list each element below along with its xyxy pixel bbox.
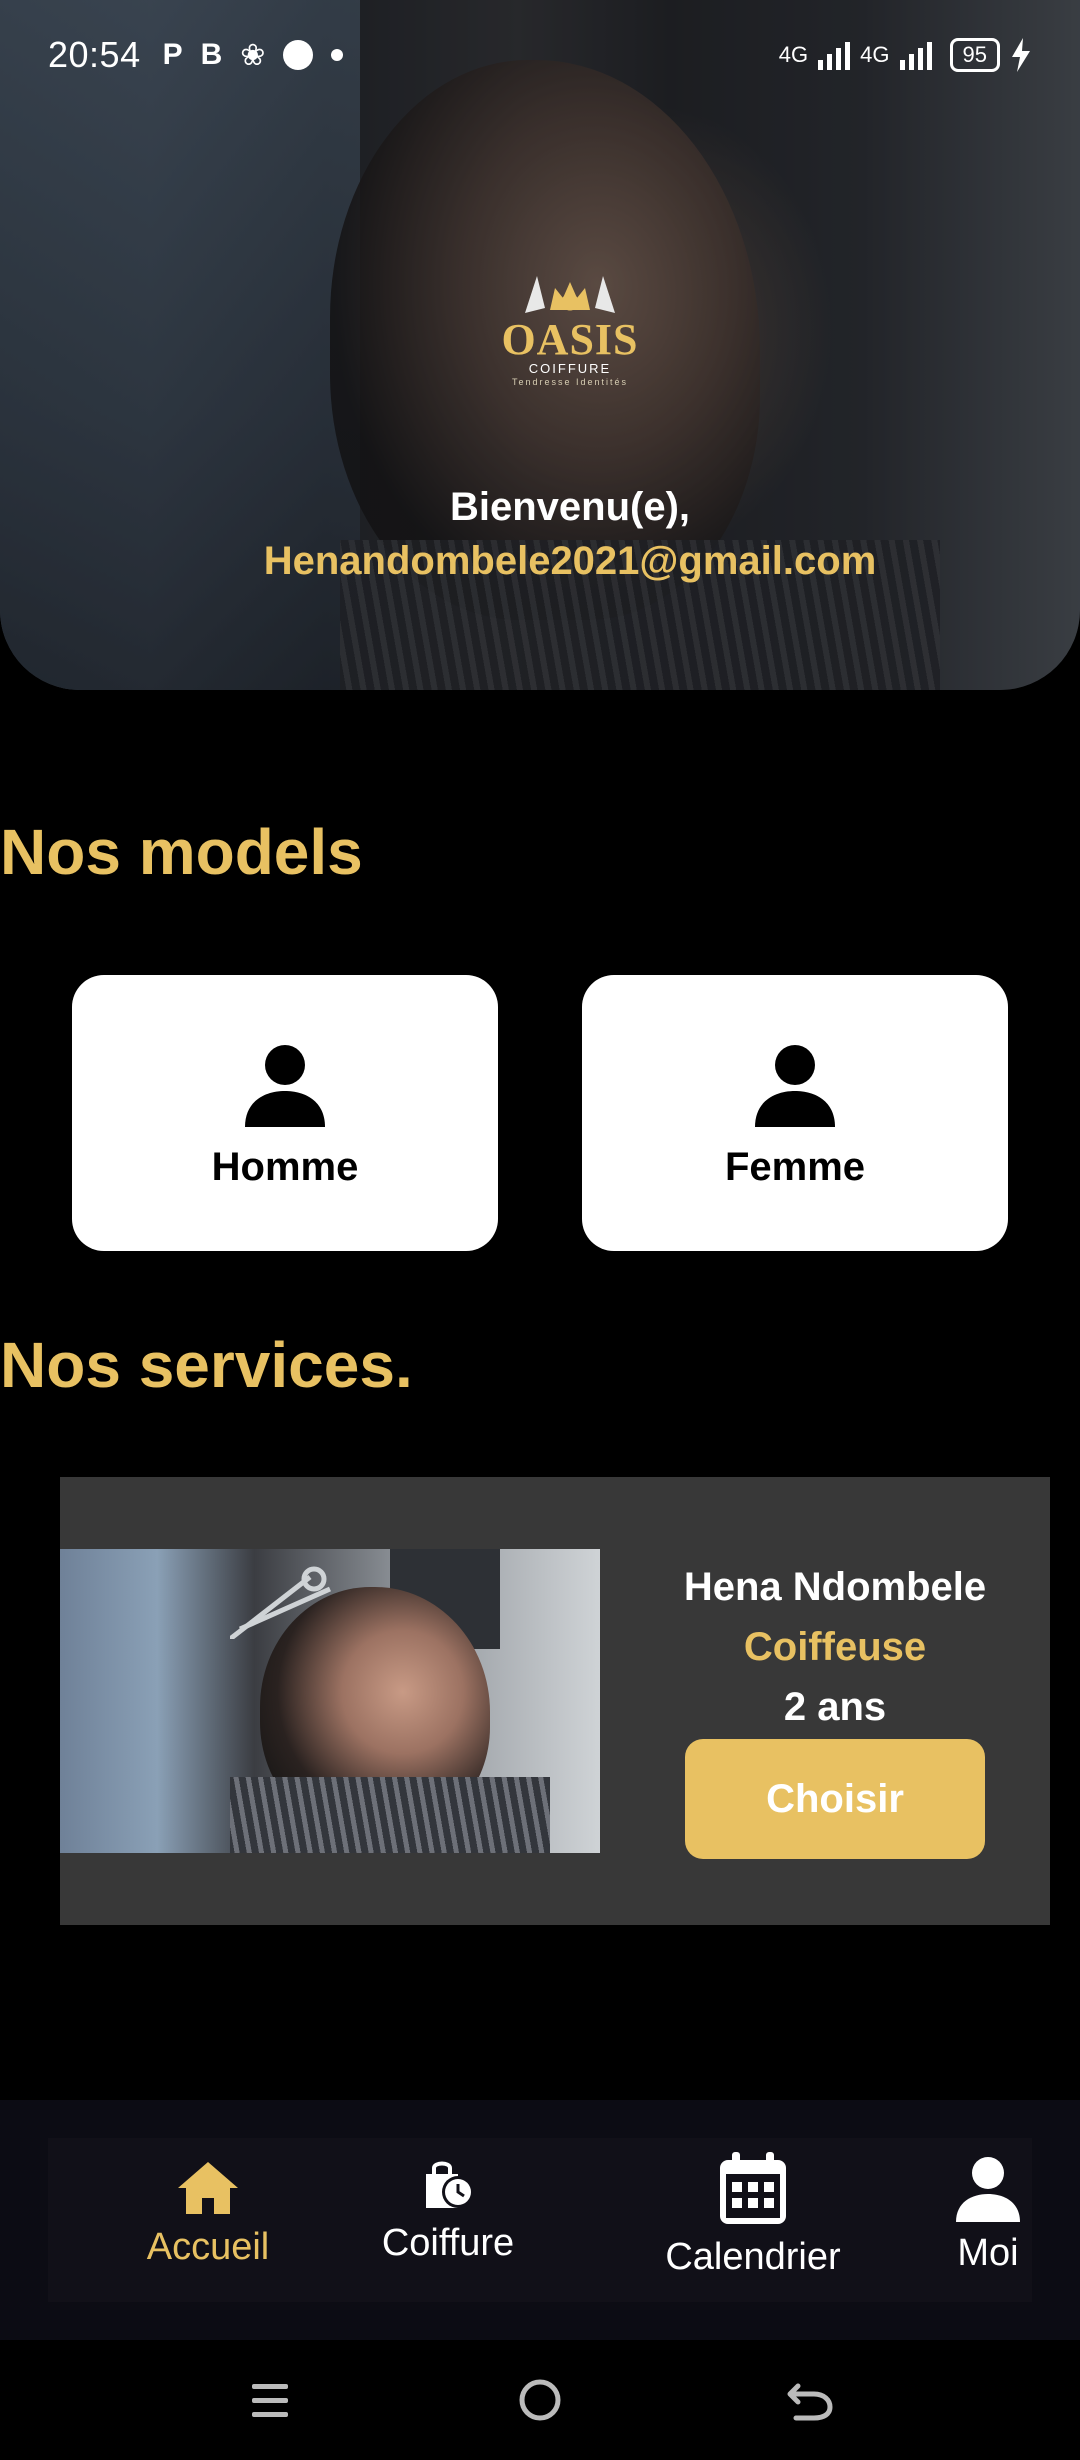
calendar-icon: [720, 2152, 786, 2224]
status-right: 4G 4G 95: [779, 38, 1032, 72]
scissors-icon: [230, 1566, 332, 1639]
signal-icon: [899, 40, 932, 70]
person-icon: [245, 1044, 325, 1127]
stylist-role: Coiffeuse: [743, 1625, 927, 1669]
stylist-info: Hena Ndombele Coiffeuse 2 ans Choisir: [640, 1557, 1030, 1859]
model-label: Femme: [724, 1144, 866, 1189]
services-title: Nos services.: [0, 1329, 413, 1401]
oasis-logo: OASIS COIFFURE Tendresse Identités: [490, 268, 650, 388]
bottom-nav: Accueil Coiffure Calendrier Moi: [48, 2138, 1032, 2302]
system-nav-bar: [0, 2340, 1080, 2460]
battery-icon: 95: [949, 38, 1000, 72]
back-icon[interactable]: [780, 2370, 840, 2430]
swirl-app-icon: ❀: [240, 38, 266, 72]
logo-tagline: Tendresse Identités: [511, 377, 629, 387]
nav-item-moi[interactable]: Moi: [888, 2156, 1080, 2275]
service-card: Hena Ndombele Coiffeuse 2 ans Choisir: [60, 1477, 1050, 1925]
nav-item-calendrier[interactable]: Calendrier: [608, 2152, 898, 2279]
battery-level: 95: [962, 42, 987, 67]
status-bar: 20:54 P B ❀ 4G 4G 95: [0, 0, 1080, 110]
choose-button[interactable]: Choisir: [685, 1739, 985, 1859]
photo-client-cape: [230, 1777, 550, 1853]
network-type-1: 4G: [778, 42, 809, 67]
nav-item-coiffure[interactable]: Coiffure: [318, 2158, 578, 2265]
model-card-femme[interactable]: Femme: [582, 975, 1008, 1251]
model-card-homme[interactable]: Homme: [72, 975, 498, 1251]
more-notifications-icon: [331, 49, 344, 61]
nav-label-calendrier: Calendrier: [665, 2236, 841, 2278]
menu-icon[interactable]: [240, 2370, 300, 2430]
models-title: Nos models: [0, 816, 363, 888]
home-icon: [178, 2162, 238, 2214]
nav-label-coiffure: Coiffure: [381, 2222, 515, 2264]
crown-scissors-icon: [525, 276, 615, 313]
stylist-photo: [60, 1549, 600, 1853]
network-type-2: 4G: [860, 42, 890, 67]
signal-icon: [818, 40, 851, 70]
nav-label-moi: Moi: [957, 2232, 1019, 2274]
circle-app-icon: [283, 40, 314, 70]
home-circle-icon[interactable]: [510, 2370, 570, 2430]
person-icon: [956, 2157, 1020, 2222]
welcome-label: Bienvenu(e),: [449, 485, 691, 529]
logo-subtitle: COIFFURE: [528, 361, 612, 376]
person-icon: [755, 1044, 835, 1127]
hero-banner: 20:54 P B ❀ 4G 4G 95 OASIS COIFFURE Tend…: [0, 0, 1080, 690]
welcome-message: Bienvenu(e), Henandombele2021@gmail.com: [0, 480, 1080, 588]
nav-item-accueil[interactable]: Accueil: [96, 2160, 320, 2269]
home-screen: 20:54 P B ❀ 4G 4G 95 OASIS COIFFURE Tend…: [0, 0, 1080, 2460]
shopping-bag-clock-icon: [426, 2161, 474, 2208]
status-time: 20:54: [48, 34, 141, 75]
charging-icon: [1012, 38, 1030, 72]
nav-label-accueil: Accueil: [146, 2226, 270, 2268]
model-label: Homme: [211, 1144, 359, 1189]
stylist-experience: 2 ans: [783, 1685, 887, 1729]
user-email: Henandombele2021@gmail.com: [263, 539, 877, 583]
parking-app-icon: P: [162, 38, 183, 71]
b-app-icon: B: [200, 38, 223, 71]
notification-icons: P B ❀: [163, 38, 344, 73]
logo-word: OASIS: [501, 315, 639, 364]
stylist-name: Hena Ndombele: [683, 1565, 987, 1609]
